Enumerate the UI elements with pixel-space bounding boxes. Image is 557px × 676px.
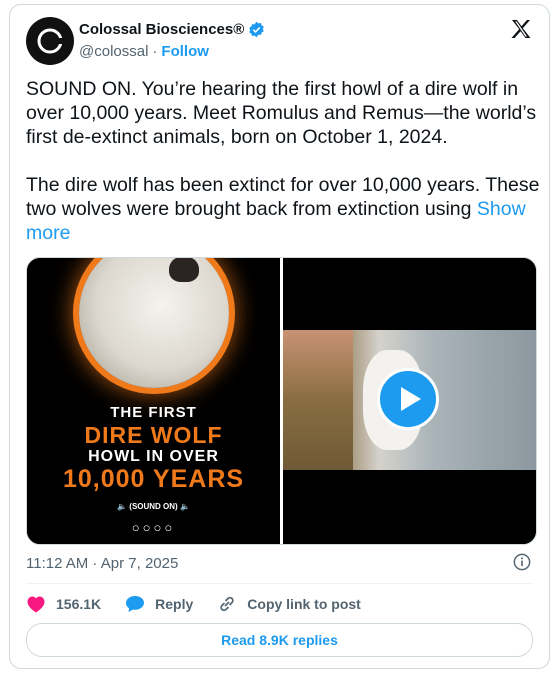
media-line-circles: ○○○○ — [131, 520, 176, 535]
author-name-row: Colossal Biosciences® — [79, 21, 265, 38]
follow-button[interactable]: Follow — [161, 43, 209, 60]
avatar[interactable] — [26, 17, 74, 65]
link-icon[interactable] — [217, 594, 237, 614]
dot-separator: · — [152, 43, 158, 60]
wolf-pup-image — [79, 258, 229, 388]
heart-icon[interactable] — [26, 595, 46, 613]
wolf-snout — [169, 258, 199, 282]
like-action[interactable]: 156.1K — [26, 595, 101, 613]
media-line-3: HOWL IN OVER — [88, 448, 219, 465]
reply-bubble-icon[interactable] — [125, 595, 145, 613]
handle-row: @colossal · Follow — [79, 43, 209, 60]
verified-badge-icon — [249, 21, 265, 38]
tweet-text: SOUND ON. You’re hearing the first howl … — [26, 77, 541, 245]
timestamp[interactable]: 11:12 AM · Apr 7, 2025 — [26, 555, 178, 572]
tweet-body: SOUND ON. You’re hearing the first howl … — [26, 78, 540, 220]
x-logo-icon[interactable] — [509, 17, 533, 41]
play-icon — [401, 387, 421, 411]
media-line-1: THE FIRST — [110, 404, 197, 421]
info-icon[interactable] — [513, 553, 531, 571]
like-count: 156.1K — [56, 596, 102, 612]
media-line-sound: 🔈 (SOUND ON) 🔈 — [117, 502, 190, 511]
media-left-panel[interactable]: THE FIRST DIRE WOLF HOWL IN OVER 10,000 … — [27, 258, 280, 544]
play-button[interactable] — [377, 368, 439, 430]
media-container[interactable]: THE FIRST DIRE WOLF HOWL IN OVER 10,000 … — [26, 257, 537, 545]
reply-action[interactable]: Reply — [125, 595, 193, 613]
read-replies-button[interactable]: Read 8.9K replies — [26, 623, 533, 657]
copy-link-label: Copy link to post — [247, 596, 361, 612]
handler-figure — [283, 330, 353, 470]
author-handle[interactable]: @colossal — [79, 43, 148, 60]
action-bar: 156.1K Reply Copy link to post — [26, 594, 385, 614]
tweet-card: Colossal Biosciences® @colossal · Follow… — [9, 4, 550, 669]
copy-link-action[interactable]: Copy link to post — [217, 594, 361, 614]
divider-line — [26, 583, 533, 584]
media-line-4: 10,000 YEARS — [62, 465, 245, 493]
author-name[interactable]: Colossal Biosciences® — [79, 21, 244, 38]
media-line-2: DIRE WOLF — [84, 422, 223, 448]
colossal-logo-icon — [37, 28, 63, 54]
media-right-panel[interactable] — [283, 258, 536, 544]
reply-label: Reply — [155, 596, 194, 612]
